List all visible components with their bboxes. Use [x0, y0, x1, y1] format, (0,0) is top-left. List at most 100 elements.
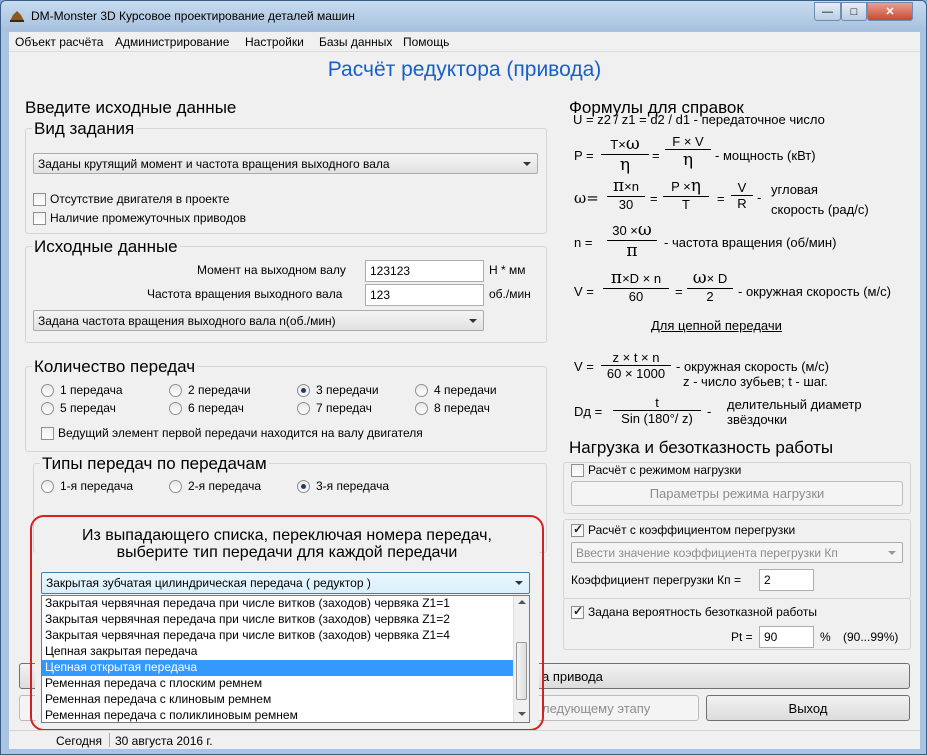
speed-label: Частота вращения выходного вала [147, 287, 343, 301]
radio-dot[interactable] [41, 401, 54, 415]
eta-symbol: η [619, 155, 631, 175]
type-tab-2[interactable]: 2-я передача [169, 479, 261, 493]
formula-omega-prefix: ω= [574, 189, 599, 207]
torque-input[interactable]: 123123 [365, 260, 484, 282]
radio-dot[interactable] [41, 383, 54, 397]
menu-settings[interactable]: Настройки [245, 35, 304, 49]
radio-dot[interactable] [415, 401, 428, 415]
type-tab-label: 1-я передача [60, 479, 134, 493]
formula-power-desc: - мощность (кВт) [715, 148, 816, 163]
load-mode-checkbox[interactable]: Расчёт с режимом нагрузки [571, 463, 741, 477]
overload-combo[interactable]: Ввести значение коэффициента перегрузки … [571, 542, 903, 563]
formula-v-desc: - окружная скорость (м/с) [738, 284, 891, 299]
torque-unit: Н * мм [489, 263, 526, 277]
intermediate-drives-label: Наличие промежуточных приводов [50, 211, 246, 225]
title-bar[interactable]: DM-Monster 3D Курсовое проектирование де… [1, 1, 926, 31]
minimize-button[interactable]: — [814, 2, 841, 21]
frac-text: P × [671, 179, 691, 194]
maximize-button[interactable]: □ [841, 2, 867, 21]
checkbox-box[interactable] [41, 426, 54, 440]
frac-text: ×n [624, 179, 639, 194]
radio-dot[interactable] [415, 383, 428, 397]
initial-data-title: Исходные данные [32, 237, 180, 257]
stages-radio-label: 5 передач [60, 401, 116, 415]
load-group: Нагрузка и безотказность работы [561, 438, 911, 458]
formula-power-eq: = [652, 148, 660, 163]
formula-vc-desc2: z - число зубьев; t - шаг. [683, 374, 828, 389]
menu-object[interactable]: Объект расчёта [15, 35, 103, 49]
torque-label: Момент на выходном валу [197, 263, 346, 277]
formula-vc-prefix: V = [574, 359, 594, 374]
formula-v-prefix: V = [574, 284, 594, 299]
stages-radio-6[interactable]: 6 передач [169, 401, 244, 415]
stages-radio-3[interactable]: 3 передачи [297, 383, 379, 397]
status-today-label: Сегодня [56, 734, 102, 748]
next-stage-label: ледующему этапу [542, 701, 651, 716]
menu-databases[interactable]: Базы данных [319, 35, 392, 49]
speed-unit: об./мин [489, 287, 531, 301]
kp-input[interactable]: 2 [759, 569, 814, 591]
type-tab-1[interactable]: 1-я передача [41, 479, 133, 493]
formula-omega-desc1: угловая [771, 182, 818, 197]
speed-mode-combo[interactable]: Задана частота вращения выходного вала n… [33, 310, 484, 331]
intermediate-drives-checkbox[interactable]: Наличие промежуточных приводов [33, 211, 246, 225]
formula-v-frac1: π×D × n 60 [603, 268, 669, 304]
overload-label: Расчёт с коэффициентом перегрузки [588, 523, 796, 537]
stages-radio-label: 3 передачи [316, 383, 379, 397]
formula-vc-desc1: - окружная скорость (м/с) [676, 359, 829, 374]
stages-radio-8[interactable]: 8 передач [415, 401, 490, 415]
task-type-combo[interactable]: Заданы крутящий момент и частота вращени… [33, 153, 538, 174]
speed-mode-value: Задана частота вращения выходного вала n… [38, 314, 336, 328]
stages-radio-7[interactable]: 7 передач [297, 401, 372, 415]
reliability-checkbox[interactable]: Задана вероятность безотказной работы [571, 604, 817, 619]
speed-input[interactable]: 123 [365, 284, 484, 306]
radio-dot[interactable] [297, 479, 310, 493]
overload-checkbox[interactable]: Расчёт с коэффициентом перегрузки [571, 522, 796, 537]
formula-dd-desc1: делительный диаметр [727, 397, 862, 412]
checkbox-box[interactable] [33, 192, 46, 206]
input-data-title: Введите исходные данные [23, 98, 239, 118]
radio-dot[interactable] [169, 401, 182, 415]
radio-dot[interactable] [169, 479, 182, 493]
stages-radio-label: 6 передач [188, 401, 244, 415]
checkbox-box[interactable] [571, 604, 584, 619]
pt-input[interactable]: 90 [759, 626, 814, 648]
stages-radio-1[interactable]: 1 передача [41, 383, 123, 397]
eta-symbol: η [690, 176, 701, 196]
stages-radio-2[interactable]: 2 передачи [169, 383, 251, 397]
load-params-button[interactable]: Параметры режима нагрузки [571, 481, 903, 506]
frac-text: t [613, 395, 701, 411]
task-type-value: Заданы крутящий момент и частота вращени… [38, 157, 390, 171]
stages-radio-5[interactable]: 5 передач [41, 401, 116, 415]
exit-button[interactable]: Выход [706, 695, 910, 721]
radio-dot[interactable] [169, 383, 182, 397]
maximize-icon: □ [850, 5, 858, 18]
pt-label: Pt = [731, 630, 753, 644]
motor-shaft-checkbox[interactable]: Ведущий элемент первой передачи находитс… [41, 426, 423, 440]
checkbox-box[interactable] [571, 463, 584, 477]
chevron-down-icon [523, 162, 531, 166]
frac-text: ×D × n [622, 271, 662, 286]
stages-radio-label: 2 передачи [188, 383, 251, 397]
menu-admin[interactable]: Администрирование [115, 35, 229, 49]
no-motor-checkbox[interactable]: Отсутствие двигателя в проекте [33, 192, 229, 206]
formula-omega-eq1: = [650, 191, 658, 206]
stages-radio-4[interactable]: 4 передачи [415, 383, 497, 397]
chevron-down-icon [888, 551, 896, 555]
menu-help[interactable]: Помощь [403, 35, 449, 49]
radio-dot[interactable] [41, 479, 54, 493]
formula-omega-dash: - [757, 190, 762, 205]
formula-omega-eq2: = [717, 191, 725, 206]
frac-text: 60 [628, 289, 644, 304]
close-button[interactable]: ✕ [867, 2, 913, 21]
checkbox-box[interactable] [33, 211, 46, 225]
radio-dot[interactable] [297, 401, 310, 415]
formula-dd-frac: t Sin (180°/ z) [613, 395, 701, 426]
chevron-down-icon [469, 319, 477, 323]
radio-dot[interactable] [297, 383, 310, 397]
load-mode-label: Расчёт с режимом нагрузки [588, 463, 742, 477]
stages-title: Количество передач [32, 357, 198, 377]
type-tab-3[interactable]: 3-я передача [297, 479, 389, 493]
overload-combo-value: Ввести значение коэффициента перегрузки … [576, 546, 838, 560]
checkbox-box[interactable] [571, 522, 584, 537]
